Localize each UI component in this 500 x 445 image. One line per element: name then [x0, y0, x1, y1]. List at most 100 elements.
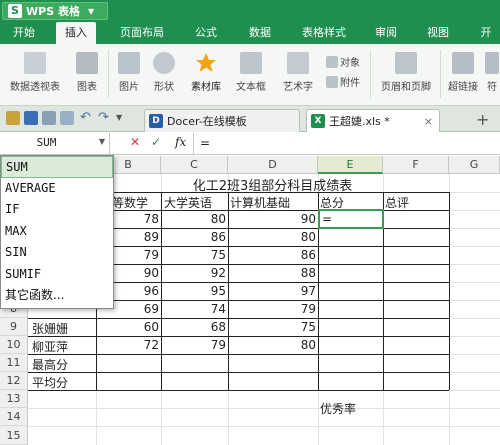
chevron-down-icon[interactable]: ▼ [116, 111, 130, 125]
textbox-button[interactable]: 文本框 [230, 52, 272, 93]
score-cell[interactable]: 80 [229, 338, 318, 352]
tab-insert[interactable]: 插入 [56, 22, 96, 44]
column-header-d[interactable]: D [228, 156, 318, 174]
header-cell[interactable]: 计算机基础 [230, 194, 316, 211]
score-cell[interactable]: 86 [229, 248, 318, 262]
save-icon[interactable] [24, 111, 38, 125]
tab-page-layout[interactable]: 页面布局 [110, 22, 174, 44]
tab-formulas[interactable]: 公式 [186, 22, 226, 44]
column-header-f[interactable]: F [383, 156, 449, 174]
shape-button[interactable]: 形状 [146, 52, 182, 93]
column-header-e[interactable]: E [318, 156, 383, 174]
row-header[interactable]: 11 [0, 354, 28, 372]
close-icon[interactable]: × [424, 115, 433, 128]
shape-label: 形状 [154, 82, 174, 93]
tab-table-style[interactable]: 表格样式 [292, 22, 356, 44]
function-icon[interactable]: fx [175, 135, 186, 149]
score-cell[interactable]: 80 [162, 212, 228, 226]
score-cell[interactable]: 79 [162, 338, 228, 352]
ribbon-separator [108, 50, 109, 98]
score-cell[interactable]: 90 [229, 212, 318, 226]
row-header[interactable]: 13 [0, 390, 28, 408]
function-option[interactable]: MAX [1, 221, 113, 243]
score-cell[interactable]: 68 [162, 320, 228, 334]
undo-icon[interactable]: ↶ [80, 111, 94, 125]
chart-label: 图表 [77, 82, 97, 93]
print-icon[interactable] [42, 111, 56, 125]
formula-input[interactable]: = [200, 136, 210, 150]
table-border [28, 318, 449, 319]
header-footer-icon [395, 52, 417, 74]
function-option[interactable]: SUMIF [1, 264, 113, 286]
tab-workbook[interactable]: X 王超婕.xls * × [306, 109, 440, 132]
header-cell[interactable]: 大学英语 [164, 194, 227, 211]
app-menu-button[interactable]: S WPS 表格 ▼ [2, 2, 108, 20]
name-cell[interactable]: 平均分 [32, 374, 96, 391]
star-icon [195, 52, 217, 74]
tab-home[interactable]: 开始 [4, 22, 44, 44]
ribbon: 数据透视表 图表 图片 形状 素材库 文本框 艺术字 对象 附件 页眉和页脚 超… [0, 44, 500, 106]
excellence-rate-cell[interactable]: 优秀率 [320, 400, 380, 417]
score-cell[interactable]: 79 [229, 302, 318, 316]
tab-developer[interactable]: 开 [472, 22, 500, 44]
score-cell[interactable]: 74 [162, 302, 228, 316]
sheet-title[interactable]: 化工2班3组部分科目成绩表 [96, 175, 449, 194]
score-cell[interactable]: 97 [229, 284, 318, 298]
function-option[interactable]: AVERAGE [1, 178, 113, 200]
score-cell[interactable]: 75 [229, 320, 318, 334]
more-functions-option[interactable]: 其它函数... [1, 285, 113, 307]
function-option[interactable]: SUM [1, 156, 113, 178]
score-cell[interactable]: 92 [162, 266, 228, 280]
redo-icon[interactable]: ↷ [98, 111, 112, 125]
hyperlink-button[interactable]: 超链接 [446, 52, 480, 93]
symbol-button[interactable]: 符 [484, 52, 500, 93]
chart-button[interactable]: 图表 [72, 52, 102, 93]
row-header[interactable]: 14 [0, 408, 28, 426]
picture-button[interactable]: 图片 [114, 52, 144, 93]
name-box-value: SUM [36, 136, 57, 149]
print-preview-icon[interactable] [60, 111, 74, 125]
object-button[interactable]: 对象 [326, 54, 360, 69]
pivot-table-button[interactable]: 数据透视表 [8, 52, 62, 93]
header-cell[interactable]: 总评 [385, 194, 447, 211]
score-cell[interactable]: 95 [162, 284, 228, 298]
cancel-icon[interactable]: ✕ [130, 135, 140, 149]
name-cell[interactable]: 张姗姗 [32, 320, 96, 337]
active-cell-input[interactable]: = [322, 212, 362, 226]
textbox-icon [240, 52, 262, 74]
confirm-icon[interactable]: ✓ [151, 135, 161, 149]
header-cell[interactable]: 等数学 [112, 194, 160, 211]
score-cell[interactable]: 75 [162, 248, 228, 262]
folder-icon[interactable] [6, 111, 20, 125]
score-cell[interactable]: 72 [97, 338, 161, 352]
score-cell[interactable]: 88 [229, 266, 318, 280]
header-footer-button[interactable]: 页眉和页脚 [378, 52, 434, 93]
row-header[interactable]: 9 [0, 318, 28, 336]
symbol-label: 符 [487, 82, 497, 93]
score-cell[interactable]: 86 [162, 230, 228, 244]
column-header-c[interactable]: C [161, 156, 228, 174]
function-dropdown[interactable]: SUM AVERAGE IF MAX SIN SUMIF 其它函数... [0, 155, 114, 309]
tab-review[interactable]: 审阅 [366, 22, 406, 44]
new-tab-icon[interactable]: + [476, 110, 489, 129]
object-icon [326, 55, 338, 68]
row-header[interactable]: 12 [0, 372, 28, 390]
row-header[interactable]: 15 [0, 426, 28, 445]
name-cell[interactable]: 最高分 [32, 356, 96, 373]
tab-docer-templates[interactable]: D Docer-在线模板 [144, 109, 300, 132]
tab-view[interactable]: 视图 [418, 22, 458, 44]
score-cell[interactable]: 60 [97, 320, 161, 334]
material-library-button[interactable]: 素材库 [186, 52, 226, 93]
name-box[interactable]: SUM ▼ [0, 133, 110, 154]
function-option[interactable]: IF [1, 199, 113, 221]
tab-data[interactable]: 数据 [240, 22, 280, 44]
name-cell[interactable]: 柳亚萍 [32, 338, 96, 355]
picture-icon [118, 52, 140, 74]
row-header[interactable]: 10 [0, 336, 28, 354]
score-cell[interactable]: 80 [229, 230, 318, 244]
function-option[interactable]: SIN [1, 242, 113, 264]
wordart-button[interactable]: 艺术字 [278, 52, 318, 93]
column-header-g[interactable]: G [449, 156, 500, 174]
attachment-button[interactable]: 附件 [326, 74, 360, 89]
title-bar: S WPS 表格 ▼ [0, 0, 500, 22]
